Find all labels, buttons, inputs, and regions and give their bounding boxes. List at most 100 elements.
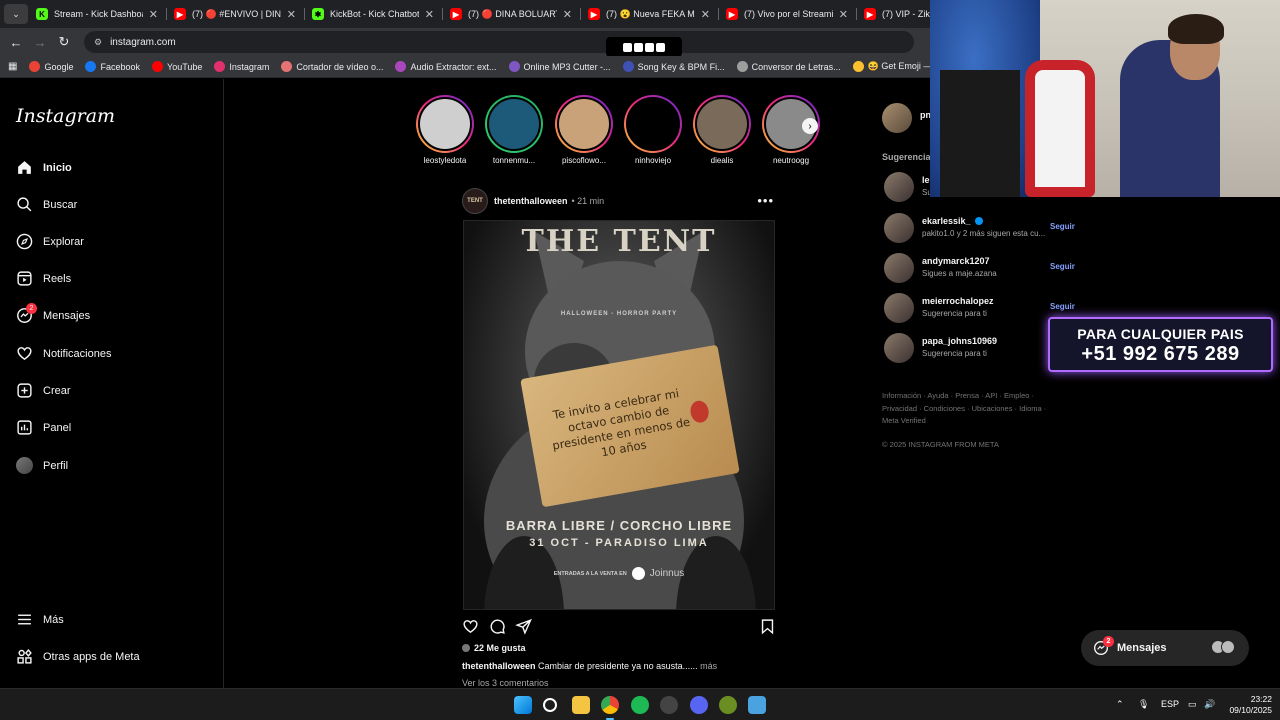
caption-username[interactable]: thetenthalloween <box>462 661 536 671</box>
footer-line[interactable]: Privacidad · Condiciones · Ubicaciones ·… <box>882 403 1062 416</box>
browser-tab[interactable]: ▶ (7) 🔴 #ENVIVO | DINA B ✕ <box>166 0 304 28</box>
footer-line[interactable]: Meta Verified <box>882 415 1062 428</box>
browser-tab[interactable]: ✱ KickBot - Kick Chatbot, AI ✕ <box>304 0 442 28</box>
bookmark-item[interactable]: Facebook <box>85 61 140 72</box>
story-item[interactable]: leostyledota <box>416 95 474 165</box>
obs-icon[interactable] <box>660 696 678 714</box>
search-icon[interactable] <box>543 698 557 712</box>
app-icon[interactable] <box>719 696 737 714</box>
story-item[interactable]: tonnenmu... <box>485 95 543 165</box>
file-explorer-icon[interactable] <box>572 696 590 714</box>
messages-pill[interactable]: 2 Mensajes <box>1081 630 1249 666</box>
suggestion-name-row[interactable]: meierrochalopez <box>922 296 994 306</box>
bookmark-item[interactable]: Online MP3 Cutter -... <box>508 61 611 72</box>
notepad-icon[interactable] <box>748 696 766 714</box>
tab-close-icon[interactable]: ✕ <box>287 8 296 21</box>
volume-icon[interactable]: 🔊 <box>1204 699 1215 710</box>
tab-close-icon[interactable]: ✕ <box>839 8 848 21</box>
nav-mas[interactable]: Más <box>16 611 64 628</box>
back-button[interactable]: ← <box>4 35 28 50</box>
current-user-avatar[interactable] <box>882 103 912 133</box>
reload-button[interactable]: ↻ <box>52 34 76 50</box>
browser-tab[interactable]: ▶ (7) Vivo por el Streaming ✕ <box>718 0 856 28</box>
story-item[interactable]: ninhoviejo <box>624 95 682 165</box>
nav-panel[interactable]: Panel <box>16 419 71 436</box>
nav-crear[interactable]: Crear <box>16 382 71 399</box>
network-icon[interactable]: ▭ <box>1188 699 1197 710</box>
bookmark-item[interactable]: Conversor de Letras... <box>736 61 841 72</box>
follow-button[interactable]: Seguir <box>1050 262 1075 271</box>
suggestion-avatar[interactable] <box>884 293 914 323</box>
browser-tab[interactable]: ▶ (7) 😮 Nueva FEKA MANS ✕ <box>580 0 718 28</box>
follow-button[interactable]: Seguir <box>1050 302 1075 311</box>
keyboard-language[interactable]: ESP <box>1161 699 1179 709</box>
footer-line[interactable]: Información · Ayuda · Prensa · API · Emp… <box>882 390 1062 403</box>
tab-search-button[interactable]: ⌄ <box>4 4 28 24</box>
save-bookmark-icon[interactable] <box>759 618 776 635</box>
bookmark-item[interactable]: Cortador de vídeo o... <box>281 61 383 72</box>
post-image[interactable]: THE TENT HALLOWEEN - HORROR PARTY Te inv… <box>463 220 775 610</box>
nav-perfil[interactable]: Perfil <box>16 457 68 474</box>
view-comments-link[interactable]: Ver los 3 comentarios <box>462 678 549 688</box>
instagram-logo[interactable]: Instagram <box>16 105 115 127</box>
bookmark-item[interactable]: Audio Extractor: ext... <box>395 61 497 72</box>
suggestion-avatar[interactable] <box>884 333 914 363</box>
browser-tab[interactable]: ▶ (7) 🔴 DINA BOLUARTE: C ✕ <box>442 0 580 28</box>
tab-close-icon[interactable]: ✕ <box>563 8 572 21</box>
bookmark-item[interactable]: Song Key & BPM Fi... <box>622 61 725 72</box>
nav-buscar[interactable]: Buscar <box>16 196 77 213</box>
post-caption: thetenthalloween Cambiar de presidente y… <box>462 661 717 671</box>
bookmark-item[interactable]: YouTube <box>152 61 202 72</box>
tab-title: (7) Vivo por el Streaming <box>744 9 833 19</box>
browser-tab[interactable]: K Stream - Kick Dashboard ✕ <box>28 0 166 28</box>
tab-close-icon[interactable]: ✕ <box>701 8 710 21</box>
likes-count[interactable]: 22 Me gusta <box>462 643 526 653</box>
more-options-icon[interactable]: ••• <box>757 193 774 208</box>
post-username[interactable]: thetenthalloween <box>494 196 568 206</box>
suggestion-name-row[interactable]: andymarck1207 <box>922 256 990 266</box>
windows-start-icon[interactable] <box>514 696 532 714</box>
story-item[interactable]: piscoflowo... <box>555 95 613 165</box>
address-bar[interactable]: ⚙ instagram.com <box>84 31 914 53</box>
chrome-icon[interactable] <box>601 696 619 720</box>
suggestion-avatar[interactable] <box>884 172 914 202</box>
nav-notificaciones[interactable]: Notificaciones <box>16 345 111 362</box>
nav-inicio[interactable]: Inicio <box>16 159 72 176</box>
suggestion-name-row[interactable]: ekarlessik_ <box>922 216 983 226</box>
tab-close-icon[interactable]: ✕ <box>425 8 434 21</box>
nav-otras-apps[interactable]: Otras apps de Meta <box>16 648 140 665</box>
bookmark-item[interactable]: Instagram <box>214 61 269 72</box>
story-username: diealis <box>710 156 734 165</box>
caption-more-link[interactable]: más <box>698 661 717 671</box>
meta-apps-icon <box>17 649 32 664</box>
comment-icon[interactable] <box>489 618 506 635</box>
suggestion-username: papa_johns10969 <box>922 336 998 346</box>
suggestion-name-row[interactable]: le <box>922 175 930 185</box>
suggestion-name-row[interactable]: papa_johns10969 <box>922 336 997 346</box>
stories-next-button[interactable]: › <box>802 118 818 134</box>
spotify-icon[interactable] <box>631 696 649 714</box>
nav-explorar[interactable]: Explorar <box>16 233 84 250</box>
share-icon[interactable] <box>515 618 532 635</box>
apps-grid-icon[interactable]: ▦ <box>8 61 17 72</box>
like-heart-icon[interactable] <box>462 618 479 635</box>
tab-close-icon[interactable]: ✕ <box>149 8 158 21</box>
tab-title: KickBot - Kick Chatbot, AI <box>330 9 419 19</box>
suggestion-avatar[interactable] <box>884 253 914 283</box>
nav-reels[interactable]: Reels <box>16 270 71 287</box>
tab-title: (7) 🔴 DINA BOLUARTE: C <box>468 8 557 19</box>
story-item[interactable]: diealis <box>693 95 751 165</box>
bookmark-item[interactable]: Google <box>29 61 73 72</box>
system-clock[interactable]: 23:22 09/10/2025 <box>1222 694 1272 716</box>
suggestion-avatar[interactable] <box>884 213 914 243</box>
microphone-icon[interactable]: 🎙 <box>1138 699 1149 710</box>
tray-overflow-icon[interactable]: ⌃ <box>1116 699 1124 710</box>
discord-icon[interactable] <box>690 696 708 714</box>
site-info-icon[interactable]: ⚙ <box>94 37 102 48</box>
nav-mensajes[interactable]: 2 Mensajes <box>16 303 90 324</box>
balloon-icon <box>688 399 711 425</box>
poster-subtitle: HALLOWEEN - HORROR PARTY <box>560 311 678 317</box>
forward-button[interactable]: → <box>28 35 52 50</box>
post-avatar[interactable]: TENT <box>462 188 488 214</box>
follow-button[interactable]: Seguir <box>1050 222 1075 231</box>
